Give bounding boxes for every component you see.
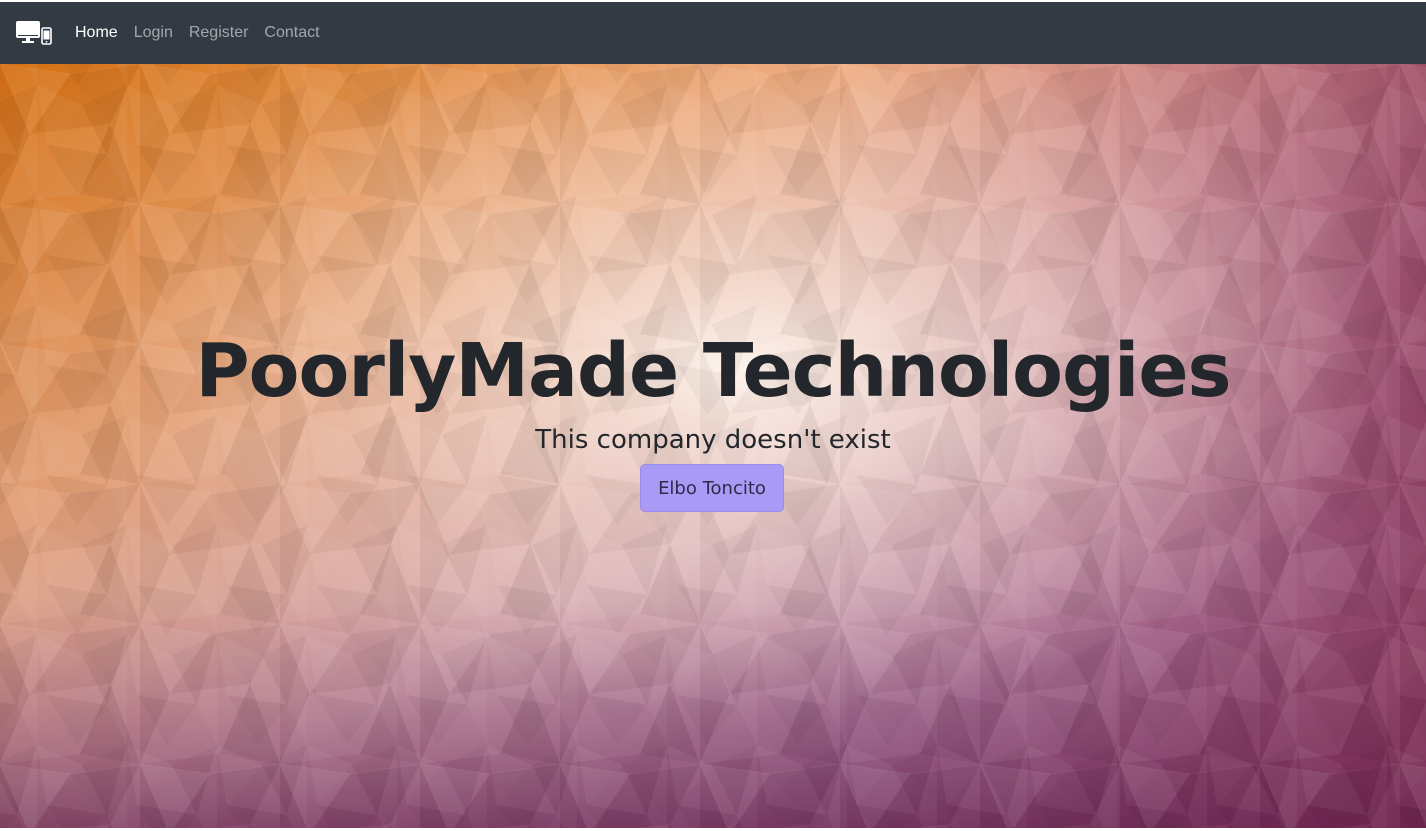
nav-links: Home Login Register Contact [75,2,328,64]
hero-title: PoorlyMade Technologies [195,328,1231,414]
devices-icon [16,21,52,45]
hero-section: PoorlyMade Technologies This company doe… [0,64,1426,828]
page: Home Login Register Contact PoorlyMade T… [0,0,1426,831]
hero-subtitle: This company doesn't exist [535,425,891,455]
nav-link-login[interactable]: Login [126,2,181,64]
top-navbar: Home Login Register Contact [0,2,1426,64]
nav-link-register[interactable]: Register [181,2,257,64]
nav-link-contact[interactable]: Contact [256,2,327,64]
brand-logo[interactable] [16,20,52,46]
hero-cta-button[interactable]: Elbo Toncito [640,464,784,512]
nav-link-home[interactable]: Home [75,2,126,64]
hero-content: PoorlyMade Technologies This company doe… [0,64,1426,828]
